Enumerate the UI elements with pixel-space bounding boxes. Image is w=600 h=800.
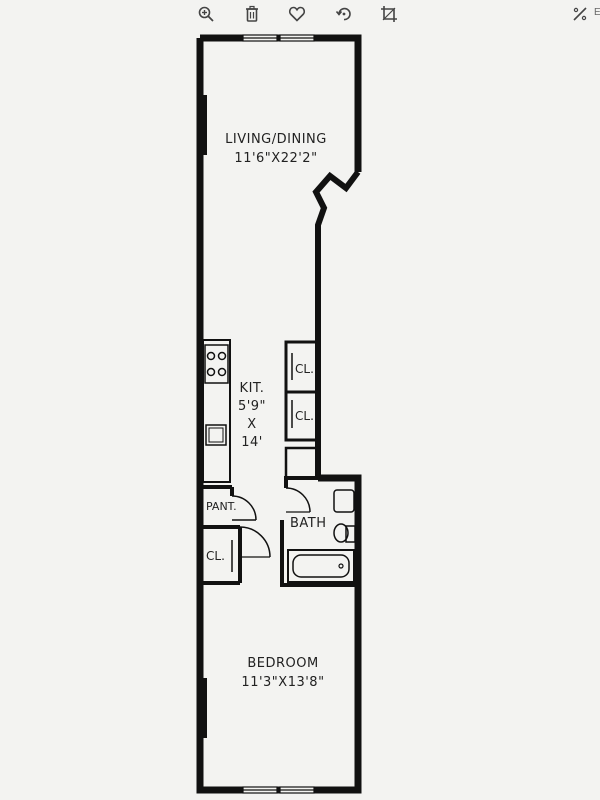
bedroom-name: BEDROOM [247,656,318,671]
kitchen-times: X [247,417,256,432]
kitchen-name: KIT. [240,381,265,396]
bathroom [280,476,358,587]
closet-label-1: CL. [295,362,314,376]
floor-plan: LIVING/DINING 11'6"X22'2" KIT. 5'9" X 14… [196,34,362,794]
closet-label-3: CL. [206,549,225,563]
bath-label: BATH [290,516,327,531]
bedroom-dimensions: 11'3"X13'8" [241,675,324,690]
living-room-dimensions: 11'6"X22'2" [234,151,317,166]
closet-label-2: CL. [295,409,314,423]
kitchen-length: 14' [241,435,263,450]
living-room-name: LIVING/DINING [225,132,327,147]
pantry-label: PANT. [206,500,237,513]
kitchen-width: 5'9" [238,399,266,414]
bedroom-radiator [200,678,207,738]
kitchen-counter [202,339,231,483]
living-radiator [200,95,207,155]
